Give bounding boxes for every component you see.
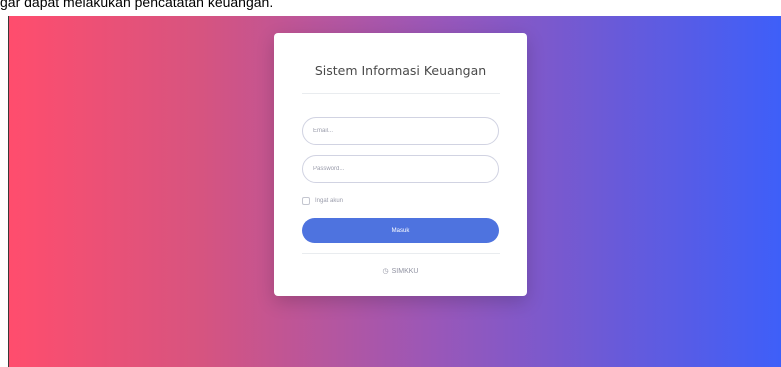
document-caption: gar dapat melakukan pencatatan keuangan. bbox=[0, 0, 274, 10]
login-card: Sistem Informasi Keuangan Ingat akun Mas… bbox=[274, 33, 527, 296]
title-divider bbox=[302, 93, 500, 94]
remember-label: Ingat akun bbox=[315, 198, 344, 204]
email-input[interactable] bbox=[302, 117, 499, 145]
login-button[interactable]: Masuk bbox=[302, 218, 499, 243]
remember-account-row[interactable]: Ingat akun bbox=[302, 196, 343, 206]
remember-checkbox[interactable] bbox=[302, 197, 310, 205]
login-title: Sistem Informasi Keuangan bbox=[314, 63, 487, 78]
login-page-background: Sistem Informasi Keuangan Ingat akun Mas… bbox=[8, 16, 781, 367]
bottom-divider bbox=[302, 253, 500, 254]
password-input[interactable] bbox=[302, 155, 499, 183]
clock-icon: ◷ bbox=[382, 268, 389, 275]
brand-name: SIMKKU bbox=[391, 268, 419, 275]
brand-footer: ◷ SIMKKU bbox=[274, 267, 527, 275]
